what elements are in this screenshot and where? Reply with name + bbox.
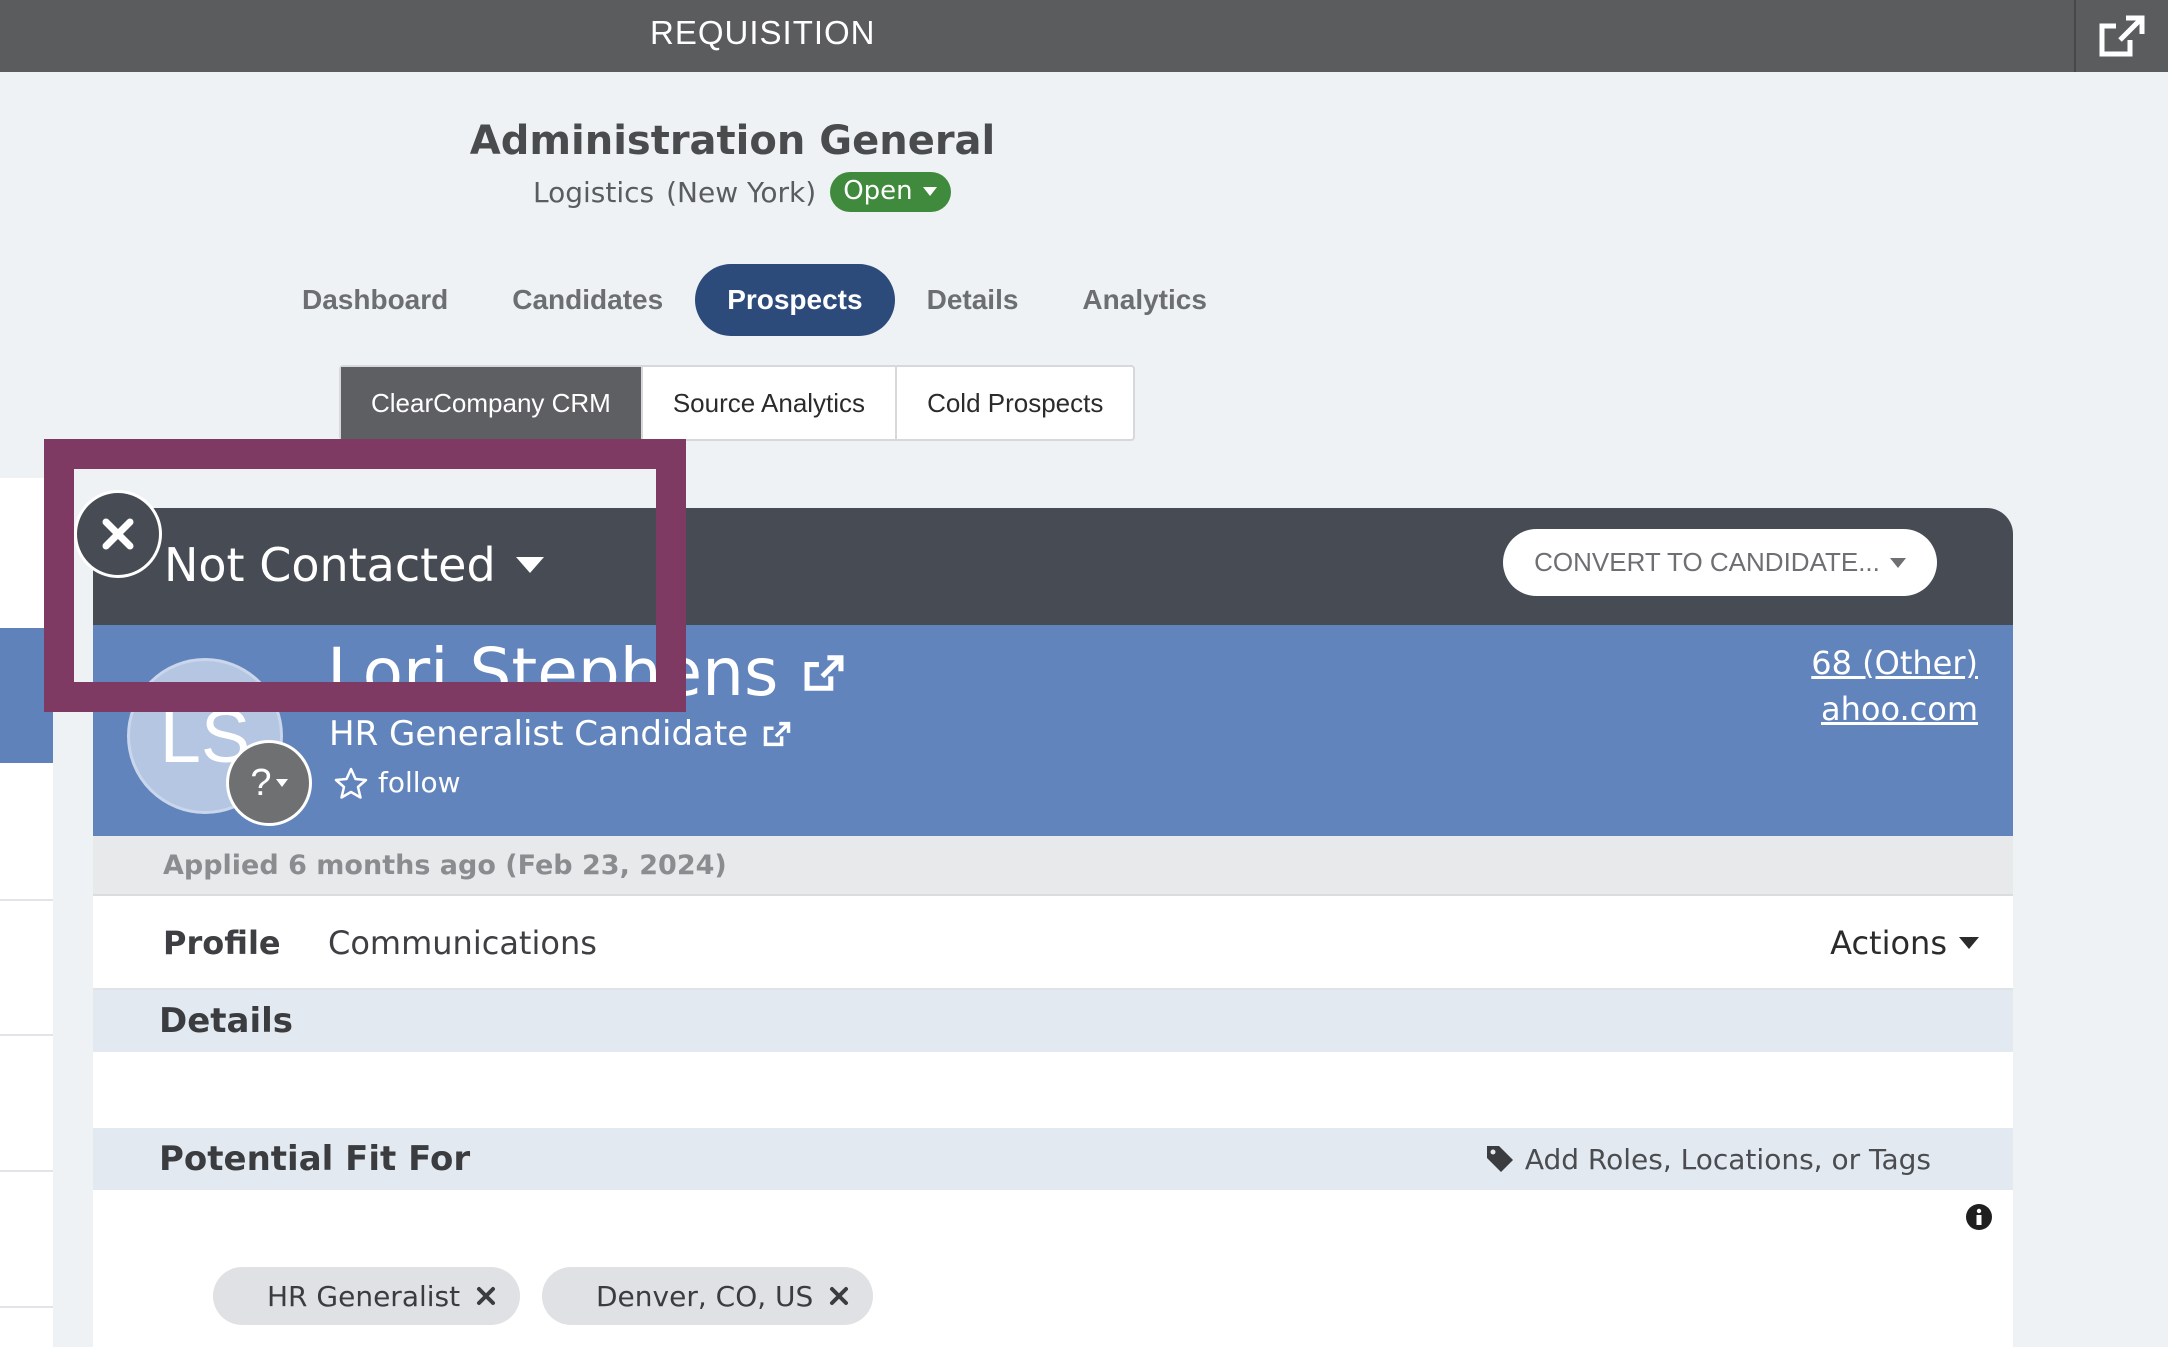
tab-dashboard[interactable]: Dashboard [270,264,480,336]
convert-label: CONVERT TO CANDIDATE... [1534,547,1880,577]
close-icon[interactable] [829,1286,849,1306]
highlight-overlay [44,439,686,712]
list-divider [0,1306,53,1308]
caret-down-icon [1889,557,1906,568]
requisition-location: (New York) [666,175,817,209]
prospect-subtabs: ClearCompany CRM Source Analytics Cold P… [339,365,1136,441]
applied-date: Applied 6 months ago (Feb 23, 2024) [93,836,2013,896]
caret-down-icon [1959,937,1979,949]
email-link[interactable]: ahoo.com [1811,686,1978,732]
avatar-status-label: ? [250,761,272,804]
phone-link[interactable]: 68 (Other) [1811,640,1978,686]
status-label: Open [843,176,913,206]
subtab-source-analytics[interactable]: Source Analytics [643,367,898,439]
list-divider [0,1170,53,1172]
star-icon [334,767,368,799]
convert-to-candidate-button[interactable]: CONVERT TO CANDIDATE... [1503,529,1937,596]
info-icon[interactable] [1965,1203,1993,1231]
close-icon[interactable] [476,1286,496,1306]
external-link-icon [804,654,844,691]
tag-icon [1486,1146,1513,1172]
potential-fit-title: Potential Fit For [159,1139,471,1179]
details-section-header: Details [93,990,2013,1052]
topbar-title: REQUISITION [650,14,876,51]
requisition-department: Logistics [533,175,655,209]
fit-chip: HR Generalist [213,1267,521,1325]
requisition-subtitle: Logistics (New York) Open [533,172,951,212]
subtab-cold-prospects[interactable]: Cold Prospects [897,367,1133,439]
requisition-title: Administration General [469,118,996,164]
actions-dropdown[interactable]: Actions [1830,924,1979,962]
close-button[interactable] [74,490,162,578]
subtab-clearcompany-crm[interactable]: ClearCompany CRM [341,367,643,439]
avatar-status-button[interactable]: ? [226,740,312,826]
top-bar: REQUISITION [0,0,2168,72]
tab-prospects[interactable]: Prospects [695,264,895,336]
add-tags-button[interactable]: Add Roles, Locations, or Tags [1485,1128,1931,1190]
tab-details[interactable]: Details [895,264,1051,336]
candidate-role: HR Generalist Candidate [329,714,749,754]
external-link-icon [2099,15,2145,57]
profile-tabs: Profile Communications Actions [93,896,2013,990]
chip-label: HR Generalist [267,1279,461,1313]
status-dropdown[interactable]: Open [830,172,951,212]
list-divider [0,1034,53,1036]
potential-fit-section-header: Potential Fit For Add Roles, Locations, … [93,1128,2013,1190]
open-external-button[interactable] [2074,0,2168,72]
candidate-role-link[interactable]: HR Generalist Candidate [329,714,792,754]
follow-button[interactable]: follow [334,766,461,799]
tab-profile[interactable]: Profile [163,924,281,962]
tab-communications[interactable]: Communications [328,924,597,962]
contact-info: 68 (Other) ahoo.com [1811,640,1978,732]
tab-analytics[interactable]: Analytics [1050,264,1239,336]
actions-label: Actions [1830,924,1947,962]
external-link-icon [763,721,791,747]
chip-label: Denver, CO, US [596,1279,814,1313]
follow-label: follow [378,766,461,799]
fit-chip: Denver, CO, US [542,1267,874,1325]
add-tags-label: Add Roles, Locations, or Tags [1524,1142,1931,1176]
close-icon [102,518,134,550]
caret-down-icon [922,186,937,196]
list-divider [0,899,53,901]
tab-candidates[interactable]: Candidates [480,264,695,336]
requisition-tabs: Dashboard Candidates Prospects Details A… [270,264,1239,336]
caret-down-icon [275,779,288,787]
